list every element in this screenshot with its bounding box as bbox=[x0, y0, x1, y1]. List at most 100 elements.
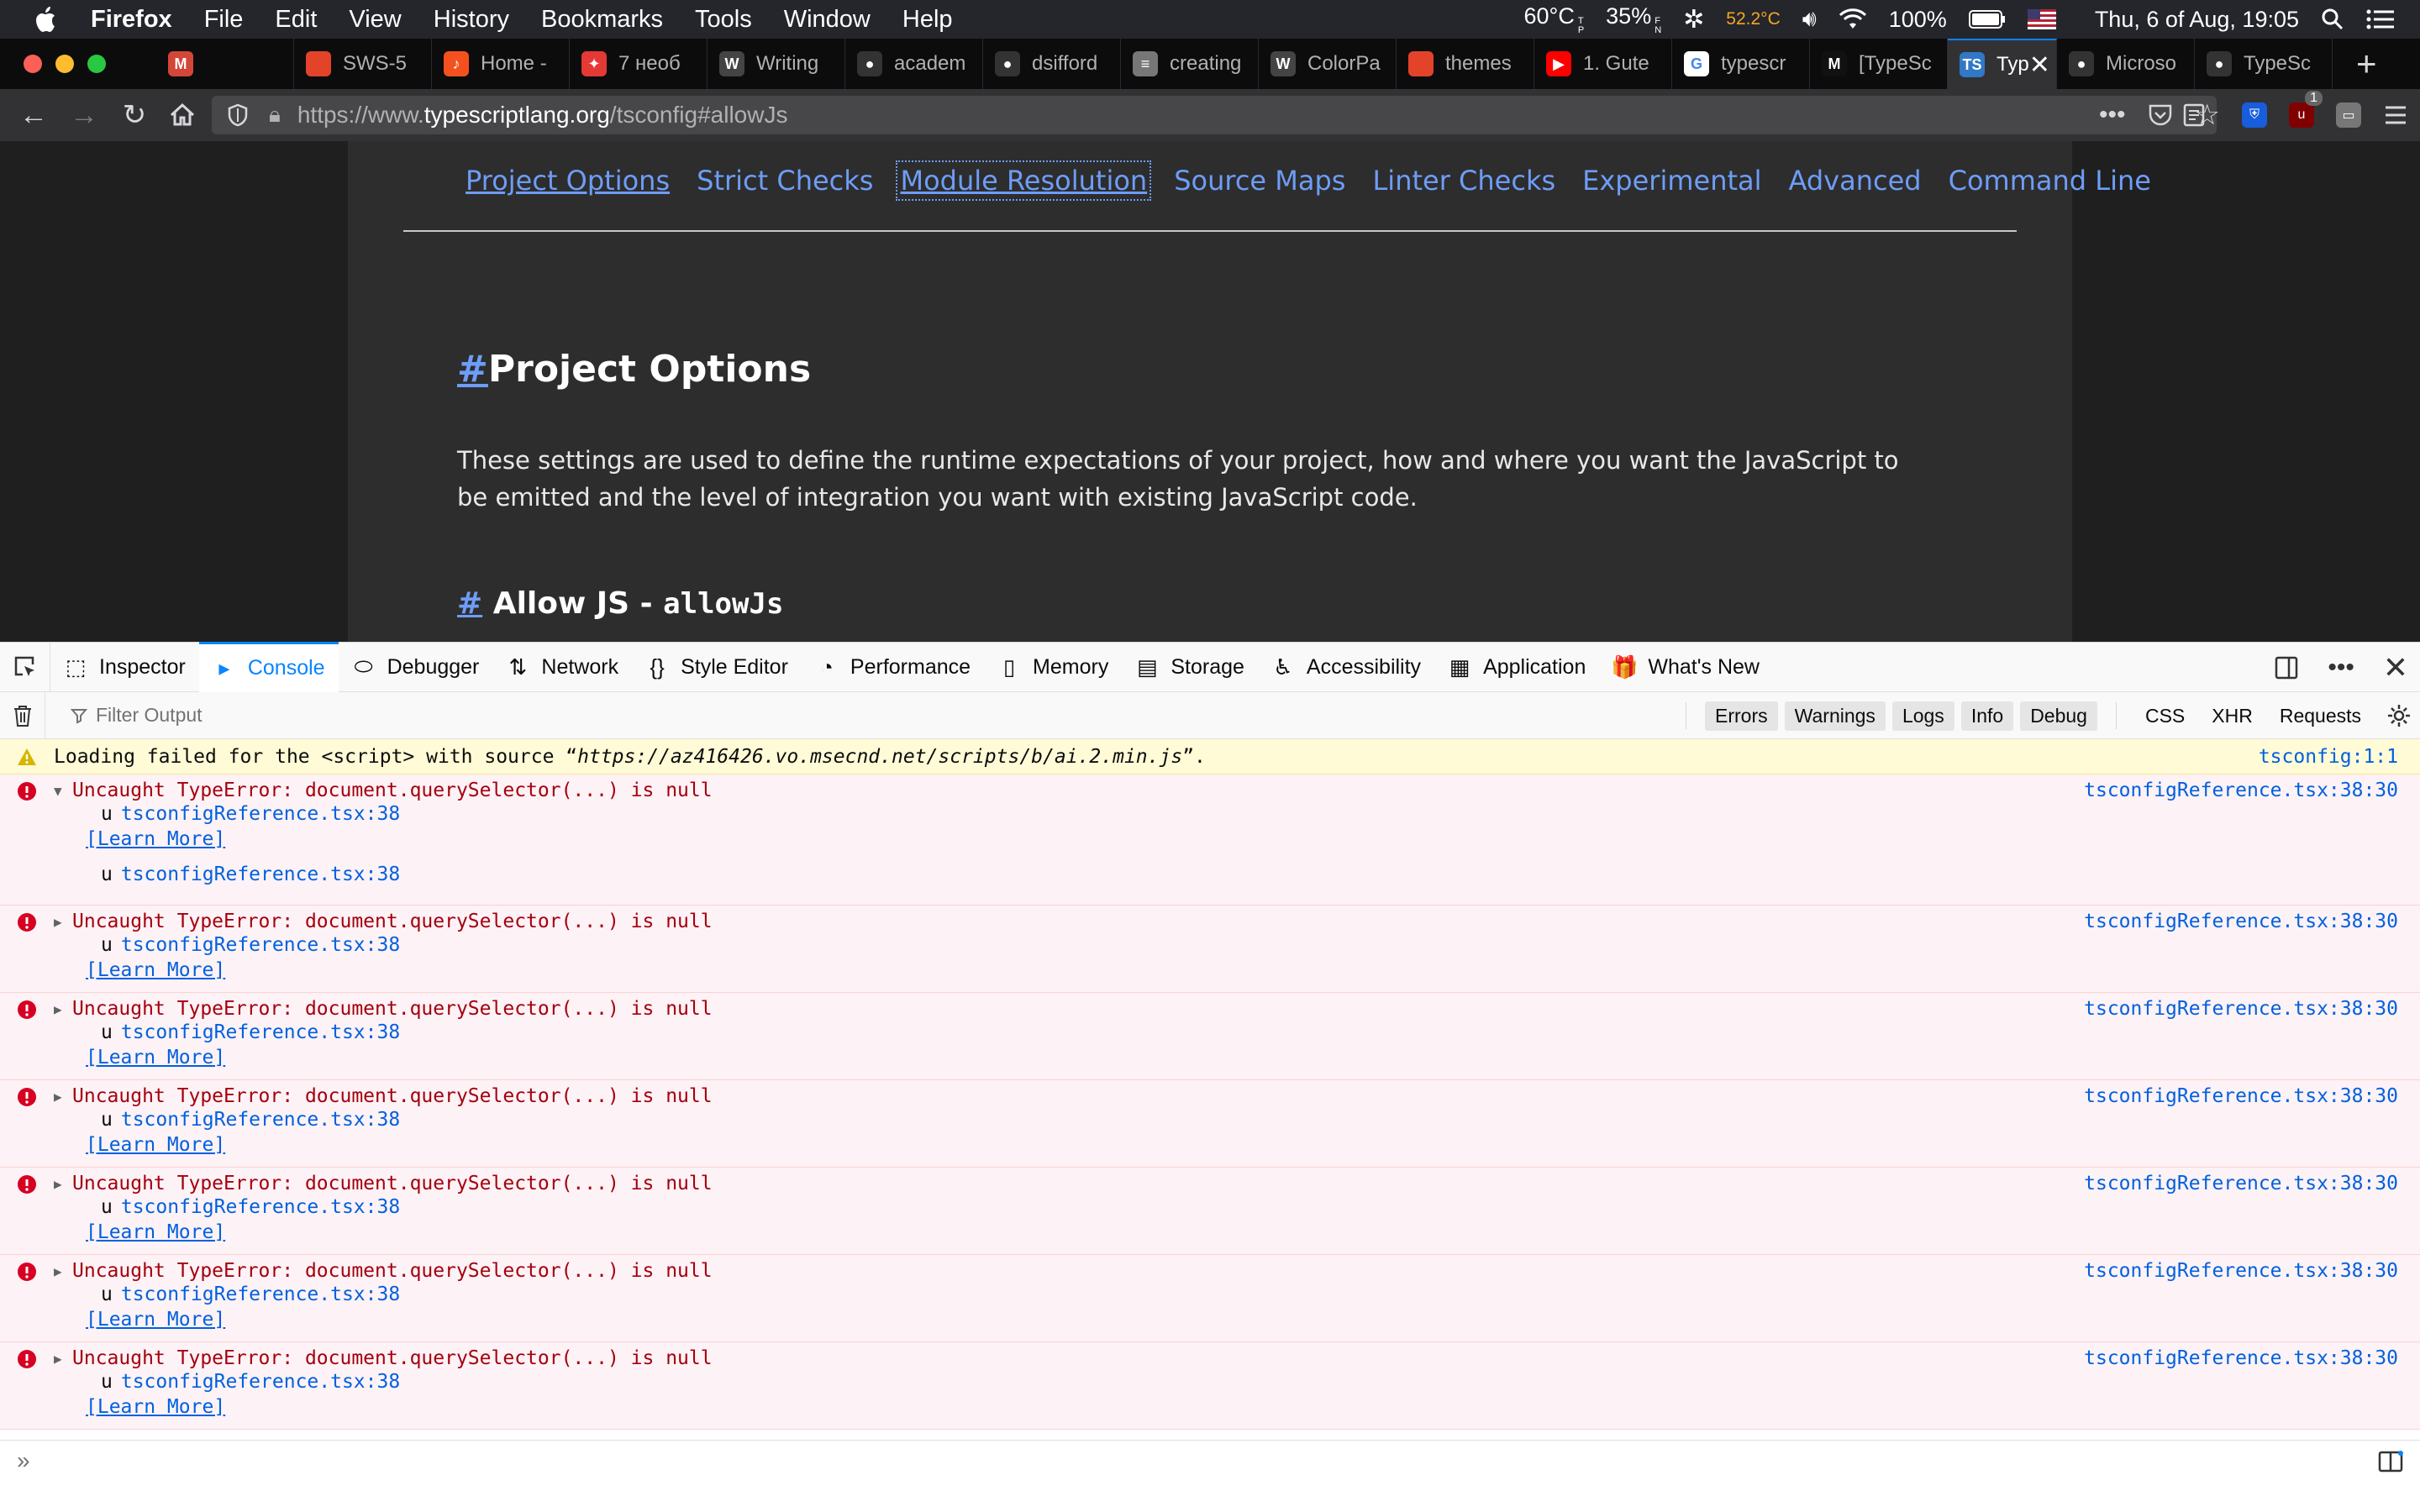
apple-icon[interactable] bbox=[34, 5, 59, 34]
stack-frame-link[interactable]: tsconfigReference.tsx:38 bbox=[121, 1284, 400, 1305]
dock-side-icon[interactable] bbox=[2274, 655, 2299, 680]
devtools-tab-accessibility[interactable]: ♿ Accessibility bbox=[1258, 642, 1434, 692]
console-error-message[interactable]: ▶ Uncaught TypeError: document.querySelec… bbox=[0, 1342, 2420, 1430]
gpu-temp[interactable]: 52.2°C bbox=[1726, 9, 1780, 29]
volume-icon[interactable]: 🔊︎ bbox=[1802, 6, 1817, 33]
console-settings-gear-icon[interactable] bbox=[2386, 703, 2412, 728]
expanded-arrow-icon[interactable]: ▼ bbox=[54, 783, 62, 799]
browser-tab[interactable]: ● TypeSc bbox=[2195, 39, 2333, 89]
devtools-tab-memory[interactable]: ▯ Memory bbox=[984, 642, 1122, 692]
console-error-message[interactable]: ▶ Uncaught TypeError: document.querySelec… bbox=[0, 1168, 2420, 1255]
warning-source-link[interactable]: tsconfig:1:1 bbox=[2259, 746, 2398, 768]
tracking-protection-shield-icon[interactable] bbox=[227, 103, 249, 127]
app-name-menu[interactable]: Firefox bbox=[91, 6, 172, 34]
split-console-icon[interactable] bbox=[2378, 1451, 2403, 1473]
error-source-link[interactable]: tsconfigReference.tsx:38:30 bbox=[2084, 911, 2398, 932]
browser-tab[interactable]: M bbox=[156, 39, 294, 89]
menu-bookmarks[interactable]: Bookmarks bbox=[541, 6, 663, 34]
learn-more-link[interactable]: [Learn More] bbox=[86, 1134, 225, 1156]
stack-frame-link[interactable]: tsconfigReference.tsx:38 bbox=[121, 934, 400, 956]
filter-warnings-toggle[interactable]: Warnings bbox=[1784, 701, 1886, 731]
collapsed-arrow-icon[interactable]: ▶ bbox=[54, 1176, 62, 1192]
error-source-link[interactable]: tsconfigReference.tsx:38:30 bbox=[2084, 1260, 2398, 1282]
collapsed-arrow-icon[interactable]: ▶ bbox=[54, 1263, 62, 1279]
menu-file[interactable]: File bbox=[204, 6, 244, 34]
back-button[interactable]: ← bbox=[17, 98, 50, 132]
error-source-link[interactable]: tsconfigReference.tsx:38:30 bbox=[2084, 998, 2398, 1020]
filter-logs-toggle[interactable]: Logs bbox=[1891, 701, 1954, 731]
menu-tools[interactable]: Tools bbox=[695, 6, 752, 34]
browser-tab[interactable]: ● academ bbox=[845, 39, 983, 89]
stack-frame-link[interactable]: tsconfigReference.tsx:38 bbox=[121, 1196, 400, 1218]
extension-icon[interactable]: ▭ bbox=[2336, 102, 2361, 128]
console-error-message[interactable]: ▶ Uncaught TypeError: document.querySelec… bbox=[0, 1255, 2420, 1342]
learn-more-link[interactable]: [Learn More] bbox=[86, 1309, 225, 1331]
battery-icon[interactable] bbox=[1968, 9, 2006, 29]
close-devtools-icon[interactable]: ✕ bbox=[2383, 650, 2408, 685]
close-window-button[interactable] bbox=[24, 55, 42, 73]
section-anchor-link[interactable]: # bbox=[457, 348, 488, 391]
devtools-tab-network[interactable]: ⇅ Network bbox=[492, 642, 632, 692]
browser-tab[interactable]: themes bbox=[1397, 39, 1534, 89]
notification-center-icon[interactable] bbox=[2366, 8, 2395, 30]
cpu-temp[interactable]: 60°C T P bbox=[1523, 3, 1584, 35]
close-tab-icon[interactable]: ✕ bbox=[2029, 50, 2050, 80]
url-text[interactable]: https://www.typescriptlang.org/tsconfig#… bbox=[297, 102, 788, 129]
devtools-tab-what-s-new[interactable]: 🎁 What's New bbox=[1599, 642, 1773, 692]
menu-history[interactable]: History bbox=[434, 6, 509, 34]
error-source-link[interactable]: tsconfigReference.tsx:38:30 bbox=[2084, 1085, 2398, 1107]
console-error-message[interactable]: ▶ Uncaught TypeError: document.querySelec… bbox=[0, 906, 2420, 993]
nav-link-source-maps[interactable]: Source Maps bbox=[1174, 165, 1345, 197]
devtools-tab-performance[interactable]: ◔ Performance bbox=[802, 642, 984, 692]
devtools-tab-debugger[interactable]: ⬭ Debugger bbox=[339, 642, 493, 692]
home-button[interactable] bbox=[168, 101, 197, 129]
console-warning-message[interactable]: Loading failed for the <script> with sou… bbox=[0, 739, 2420, 774]
stack-frame-link[interactable]: tsconfigReference.tsx:38 bbox=[121, 1021, 400, 1043]
filter-xhr-toggle[interactable]: XHR bbox=[2202, 701, 2263, 731]
new-tab-button[interactable]: + bbox=[2356, 44, 2377, 84]
wifi-icon[interactable] bbox=[1839, 8, 1867, 30]
collapsed-arrow-icon[interactable]: ▶ bbox=[54, 1001, 62, 1017]
devtools-options-icon[interactable]: ••• bbox=[2328, 654, 2354, 682]
collapsed-arrow-icon[interactable]: ▶ bbox=[54, 1089, 62, 1105]
devtools-tab-console[interactable]: ▸ Console bbox=[198, 642, 339, 692]
console-error-message[interactable]: ▶ Uncaught TypeError: document.querySelec… bbox=[0, 1080, 2420, 1168]
browser-tab[interactable]: M [TypeSc bbox=[1810, 39, 1948, 89]
clear-console-trash-icon[interactable] bbox=[0, 691, 45, 739]
learn-more-link[interactable]: [Learn More] bbox=[86, 828, 225, 850]
nav-link-advanced[interactable]: Advanced bbox=[1789, 165, 1922, 197]
browser-tab[interactable]: ♪ Home - bbox=[432, 39, 570, 89]
url-bar[interactable]: 🔒︎ https://www.typescriptlang.org/tsconf… bbox=[212, 96, 2217, 134]
reload-button[interactable]: ↻ bbox=[118, 98, 151, 132]
collapsed-arrow-icon[interactable]: ▶ bbox=[54, 1351, 62, 1367]
browser-tab[interactable]: ✦ 7 необ bbox=[570, 39, 708, 89]
learn-more-link[interactable]: [Learn More] bbox=[86, 1047, 225, 1068]
ublock-icon[interactable]: u1 bbox=[2289, 91, 2323, 128]
bitwarden-icon[interactable]: ⛨ bbox=[2242, 102, 2267, 128]
stack-frame-link[interactable]: tsconfigReference.tsx:38 bbox=[121, 803, 400, 825]
error-source-link[interactable]: tsconfigReference.tsx:38:30 bbox=[2084, 780, 2398, 801]
devtools-tab-style-editor[interactable]: {} Style Editor bbox=[632, 642, 802, 692]
menu-edit[interactable]: Edit bbox=[275, 6, 317, 34]
filter-output-input[interactable]: Filter Output bbox=[71, 704, 203, 727]
console-error-message[interactable]: ▼ Uncaught TypeError: document.querySelec… bbox=[0, 774, 2420, 906]
menu-view[interactable]: View bbox=[349, 6, 401, 34]
filter-info-toggle[interactable]: Info bbox=[1960, 701, 2014, 731]
browser-tab[interactable]: SWS-5 bbox=[294, 39, 432, 89]
spotlight-search-icon[interactable] bbox=[2321, 8, 2344, 31]
nav-link-module-resolution[interactable]: Module Resolution bbox=[896, 160, 1152, 201]
stack-frame-link[interactable]: tsconfigReference.tsx:38 bbox=[121, 1371, 400, 1393]
forward-button[interactable]: → bbox=[67, 98, 101, 132]
browser-tab[interactable]: ● Microso bbox=[2057, 39, 2195, 89]
option-anchor-link[interactable]: # bbox=[457, 586, 482, 621]
error-source-link[interactable]: tsconfigReference.tsx:38:30 bbox=[2084, 1173, 2398, 1194]
filter-css-toggle[interactable]: CSS bbox=[2135, 701, 2195, 731]
browser-tab[interactable]: W ColorPa bbox=[1259, 39, 1397, 89]
lock-icon[interactable]: 🔒︎ bbox=[269, 102, 281, 129]
menu-help[interactable]: Help bbox=[902, 6, 953, 34]
menu-window[interactable]: Window bbox=[784, 6, 871, 34]
battery-percent[interactable]: 100% bbox=[1889, 7, 1947, 33]
nav-link-experimental[interactable]: Experimental bbox=[1582, 165, 1761, 197]
bookmark-star-icon[interactable]: ☆ bbox=[2195, 98, 2220, 132]
fan-speed[interactable]: 35% F N bbox=[1606, 3, 1661, 35]
